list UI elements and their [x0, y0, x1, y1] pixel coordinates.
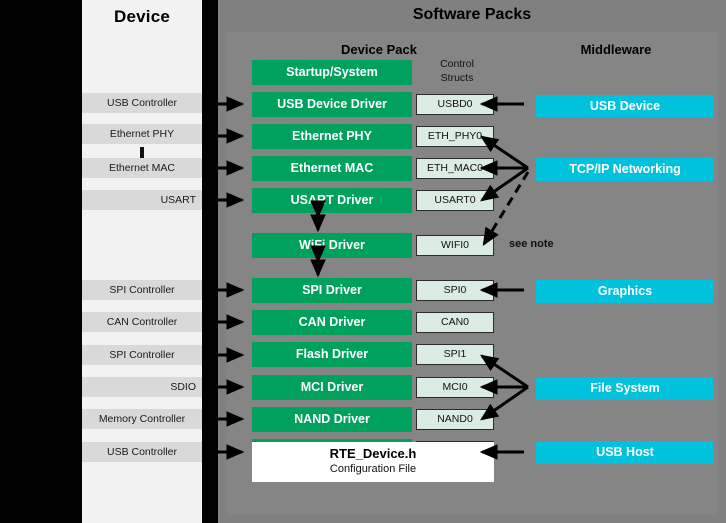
device-panel: Device USB Controller Ethernet PHY Etherne…: [82, 0, 202, 523]
packs-inner-panel: Device Pack Middleware Control Structs S…: [226, 32, 718, 515]
driver-box: Ethernet MAC: [252, 156, 412, 181]
device-row: SPI Controller: [82, 345, 202, 365]
rte-device-config-box: RTE_Device.h Configuration File: [252, 442, 494, 482]
software-packs-title: Software Packs: [412, 6, 532, 23]
control-struct-box: ETH_PHY0: [416, 126, 494, 147]
see-note-label: see note: [509, 238, 554, 250]
rte-device-filename: RTE_Device.h: [329, 446, 417, 461]
driver-box: Ethernet PHY: [252, 124, 412, 149]
device-row: CAN Controller: [82, 312, 202, 332]
rte-device-subtitle: Configuration File: [329, 463, 417, 475]
driver-box: WiFi Driver: [252, 233, 412, 258]
driver-box: Startup/System: [252, 60, 412, 85]
column-heading-control-structs: Control Structs: [412, 57, 502, 85]
device-row: USART: [82, 190, 202, 210]
device-row: SDIO: [82, 377, 202, 397]
control-structs-line2: Structs: [440, 72, 474, 84]
device-row: SPI Controller: [82, 280, 202, 300]
middleware-box: File System: [536, 377, 714, 400]
control-struct-box: USART0: [416, 190, 494, 211]
control-struct-box: MCI0: [416, 377, 494, 398]
control-structs-line1: Control: [440, 58, 474, 70]
phy-mac-connector: [140, 147, 144, 158]
middleware-box: USB Host: [536, 441, 714, 464]
middleware-box: TCP/IP Networking: [536, 158, 714, 181]
device-row: USB Controller: [82, 93, 202, 113]
control-struct-box: ETH_MAC0: [416, 158, 494, 179]
control-struct-box: WIFI0: [416, 235, 494, 256]
driver-box: SPI Driver: [252, 278, 412, 303]
control-struct-box: SPI0: [416, 280, 494, 301]
driver-box: CAN Driver: [252, 310, 412, 335]
device-row: Ethernet PHY: [82, 124, 202, 144]
device-row: Ethernet MAC: [82, 158, 202, 178]
column-heading-device-pack: Device Pack: [341, 42, 417, 57]
middleware-box: Graphics: [536, 280, 714, 303]
column-heading-middleware: Middleware: [580, 42, 652, 57]
driver-box: USB Device Driver: [252, 92, 412, 117]
device-row: Memory Controller: [82, 409, 202, 429]
device-row: USB Controller: [82, 442, 202, 462]
control-struct-box: CAN0: [416, 312, 494, 333]
control-struct-box: SPI1: [416, 344, 494, 365]
driver-box: Flash Driver: [252, 342, 412, 367]
driver-box: USART Driver: [252, 188, 412, 213]
diagram-root: Device USB Controller Ethernet PHY Etherne…: [0, 0, 726, 523]
device-panel-title: Device: [113, 7, 171, 26]
driver-box: NAND Driver: [252, 407, 412, 432]
control-struct-box: NAND0: [416, 409, 494, 430]
driver-box: MCI Driver: [252, 375, 412, 400]
middleware-box: USB Device: [536, 95, 714, 118]
control-struct-box: USBD0: [416, 94, 494, 115]
software-packs-panel: Software Packs Device Pack Middleware Co…: [218, 0, 726, 523]
